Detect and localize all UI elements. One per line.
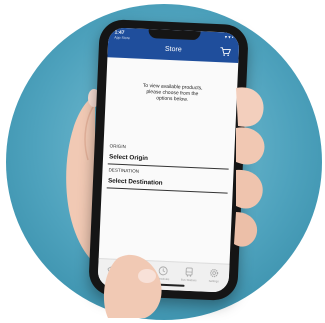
hand-fingers [103,87,265,318]
